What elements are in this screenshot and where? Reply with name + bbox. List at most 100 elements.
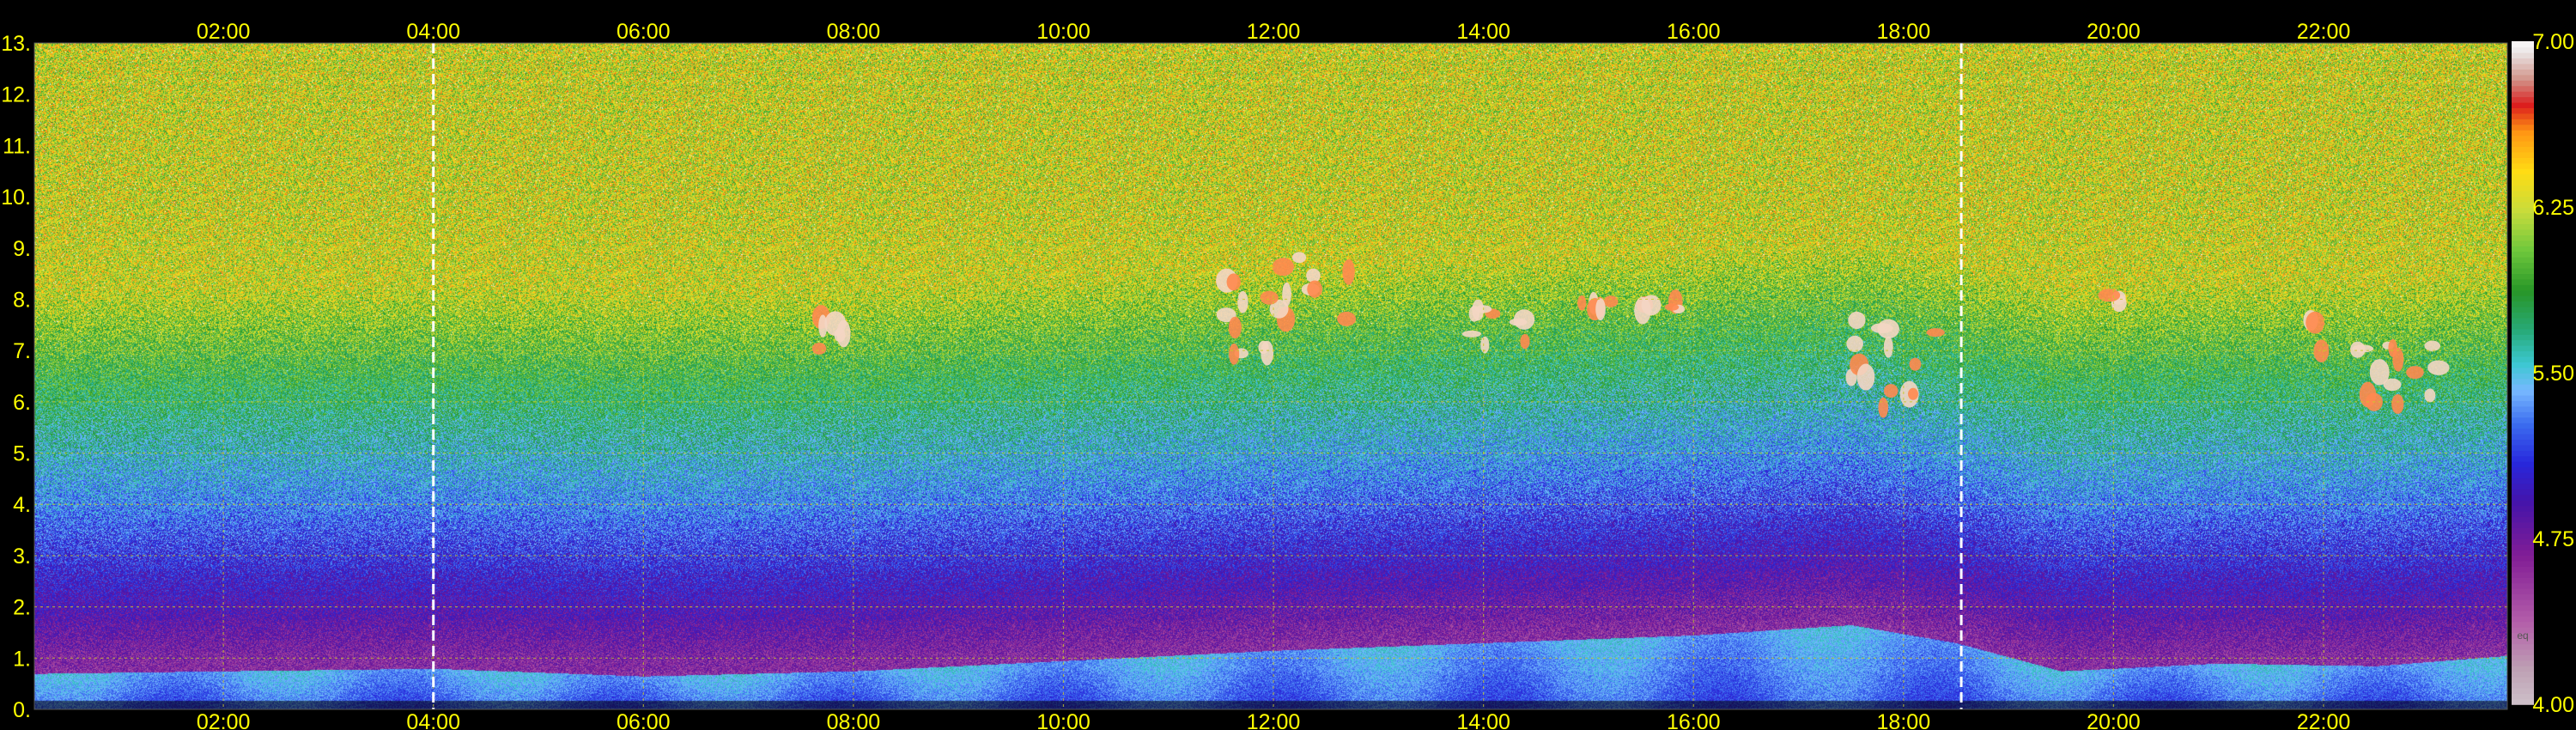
y-tick-label: 1. (13, 647, 31, 671)
colorbar-segment (2512, 494, 2534, 501)
colorbar-segment (2512, 582, 2534, 589)
colorbar-segment (2512, 240, 2534, 246)
cloud-mark (2098, 289, 2121, 302)
colorbar-segment (2512, 610, 2534, 617)
colorbar-segment (2512, 234, 2534, 241)
colorbar-segment (2512, 262, 2534, 269)
cloud-mark (1603, 295, 1619, 307)
cloud-mark (1237, 290, 1249, 313)
colorbar-segment (2512, 510, 2534, 518)
lidar-plot: Meteorological Institute of Ludwig-Maxim… (0, 0, 2576, 730)
x-tick-label: 08:00 (827, 710, 881, 730)
cloud-mark (1291, 252, 1307, 264)
colorbar-segment (2512, 101, 2534, 108)
colorbar-segment (2512, 246, 2534, 252)
cloud-mark (1472, 299, 1485, 321)
x-tick-label: 16:00 (1667, 20, 1721, 44)
colorbar-segment (2512, 378, 2534, 385)
colorbar-segment (2512, 350, 2534, 357)
cloud-mark (1848, 311, 1866, 330)
colorbar-segment (2512, 654, 2534, 661)
colorbar-segment (2512, 450, 2534, 457)
cloud-mark (2427, 360, 2450, 375)
colorbar-segment (2512, 179, 2534, 186)
colorbar-segment (2512, 411, 2534, 418)
colorbar-segment (2512, 587, 2534, 595)
colorbar-segment (2512, 605, 2534, 611)
colorbar-tick-label: 5.50 (2532, 362, 2574, 386)
cloud-mark (1272, 258, 1295, 277)
cloud-mark (1258, 340, 1269, 355)
colorbar-segment (2512, 113, 2534, 119)
chart-overlay: 02:00 02:00 04:00 04:00 06:00 06:00 08:00 08:00… (1, 20, 2574, 730)
cloud-mark (1907, 387, 1919, 400)
colorbar-segment (2512, 505, 2534, 512)
colorbar-segment (2512, 455, 2534, 462)
cloud-mark (1877, 319, 1899, 339)
colorbar-segment (2512, 333, 2534, 341)
colorbar-segment (2512, 312, 2534, 319)
colorbar-segment (2512, 344, 2534, 352)
cloud-mark (1461, 330, 1481, 338)
x-tick-label: 12:00 (1247, 710, 1301, 730)
colorbar-segment (2512, 527, 2534, 534)
colorbar-segment (2512, 212, 2534, 219)
colorbar-segment (2512, 58, 2534, 64)
colorbar-segment (2512, 433, 2534, 440)
colorbar-segment (2512, 52, 2534, 59)
colorbar-segment (2512, 90, 2534, 98)
colorbar-segment (2512, 256, 2534, 264)
colorbar-segment (2512, 301, 2534, 307)
colorbar-segment (2512, 356, 2534, 362)
y-tick-label: 12. (1, 83, 31, 107)
y-tick-label: 9. (13, 237, 31, 261)
x-tick-label: 10:00 (1036, 710, 1091, 730)
cloud-mark (1337, 311, 1357, 326)
colorbar-segment (2512, 676, 2534, 684)
x-tick-label: 20:00 (2087, 20, 2141, 44)
cloud-mark (2406, 366, 2424, 380)
colorbar-segment (2512, 339, 2534, 346)
colorbar-segment (2512, 471, 2534, 479)
colorbar-segment (2512, 560, 2534, 567)
colorbar-segment (2512, 46, 2534, 53)
cloud-mark (824, 311, 847, 336)
cloud-mark (1577, 295, 1587, 311)
colorbar-segment (2512, 185, 2534, 192)
x-tick-label: 02:00 (197, 20, 251, 44)
colorbar-segment (2512, 499, 2534, 507)
cloud-mark (1228, 316, 1242, 339)
colorbar-caption: eq (2517, 630, 2528, 642)
x-tick-label: 06:00 (617, 710, 671, 730)
colorbar-segment (2512, 273, 2534, 280)
colorbar-tick-label: 4.00 (2532, 693, 2574, 717)
x-tick-label: 10:00 (1036, 20, 1091, 44)
y-tick-label: 10. (1, 186, 31, 210)
colorbar-segment (2512, 698, 2534, 705)
colorbar-segment (2512, 74, 2534, 81)
cloud-mark (2313, 339, 2330, 363)
y-tick-label: 6. (13, 391, 31, 415)
colorbar-segment (2512, 394, 2534, 401)
colorbar-segment (2512, 295, 2534, 302)
colorbar-segment (2512, 483, 2534, 490)
cloud-mark (2391, 394, 2404, 414)
colorbar-segment (2512, 389, 2534, 396)
colorbar-segment (2512, 146, 2534, 153)
colorbar-segment (2512, 439, 2534, 446)
y-tick-label: 5. (13, 442, 31, 466)
cloud-mark (1229, 343, 1240, 365)
colorbar-segment (2512, 616, 2534, 623)
colorbar-segment (2512, 648, 2534, 655)
colorbar-segment (2512, 140, 2534, 148)
colorbar-segment (2512, 516, 2534, 523)
colorbar-segment (2512, 201, 2534, 208)
colorbar-segment (2512, 466, 2534, 473)
colorbar-segment (2512, 405, 2534, 412)
cloud-mark (2306, 311, 2325, 334)
x-tick-label: 12:00 (1247, 20, 1301, 44)
x-tick-label: 04:00 (406, 20, 460, 44)
colorbar-tick-label: 6.25 (2532, 196, 2574, 220)
colorbar-segment (2512, 671, 2534, 678)
colorbar-segment (2512, 207, 2534, 214)
